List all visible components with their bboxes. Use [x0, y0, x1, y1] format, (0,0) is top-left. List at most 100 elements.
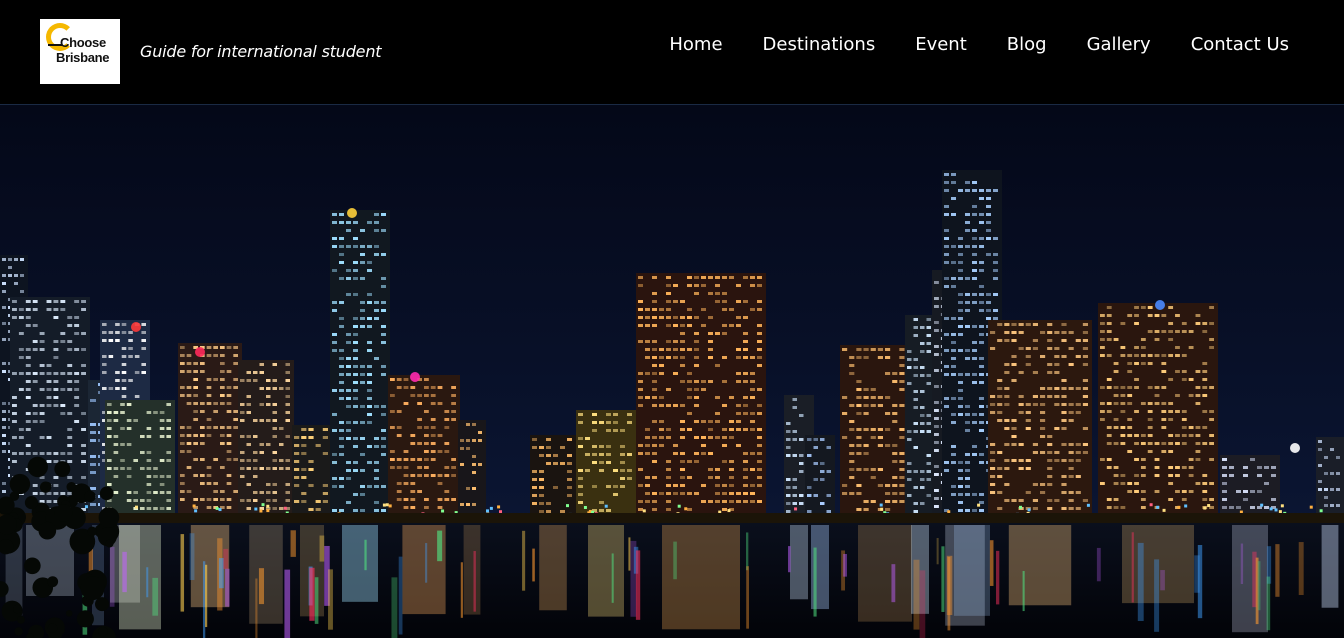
tower-window — [1147, 306, 1153, 309]
tower-reflection — [588, 525, 624, 617]
tower-window — [126, 427, 132, 430]
tower-window — [444, 418, 450, 421]
tower-window — [708, 380, 713, 383]
tower-window — [645, 356, 650, 359]
tower-window — [892, 492, 898, 495]
tower-window — [986, 221, 991, 224]
nav-destinations[interactable]: Destinations — [763, 34, 876, 55]
tower-window — [220, 402, 225, 405]
tower-window — [451, 410, 456, 413]
tower-window — [2, 274, 6, 277]
tower-window — [186, 402, 192, 405]
tower-window — [870, 476, 876, 479]
nav-event[interactable]: Event — [915, 34, 967, 55]
tower-window — [1106, 306, 1112, 309]
tower-window — [757, 484, 762, 487]
tower-window — [1202, 490, 1208, 493]
tower-window — [2, 322, 6, 325]
tower-window — [322, 484, 328, 487]
tower-window — [1134, 378, 1139, 381]
nav-home[interactable]: Home — [669, 34, 722, 55]
tower-window — [213, 354, 218, 357]
tower-window — [944, 373, 949, 376]
tower-window — [979, 245, 984, 248]
tower-window — [715, 492, 720, 495]
tower-window — [972, 357, 977, 360]
tower-window — [743, 348, 748, 351]
tower-window — [680, 316, 685, 319]
tower-window — [396, 490, 402, 493]
tower-window — [965, 301, 970, 304]
tower-window — [25, 444, 31, 447]
tower-window — [1195, 426, 1201, 429]
tower-window — [560, 510, 565, 513]
tower-window — [285, 379, 290, 382]
tower-window — [396, 410, 402, 413]
nav-contact-us[interactable]: Contact Us — [1191, 34, 1289, 55]
tower-window — [1106, 442, 1112, 445]
tower-window — [979, 405, 984, 408]
shore-light — [1207, 504, 1211, 508]
shore-light — [218, 508, 222, 512]
tower-window — [113, 419, 119, 422]
tower-window — [680, 364, 685, 367]
tower-window — [332, 221, 337, 224]
tower-window — [786, 422, 791, 425]
tower-window — [1061, 387, 1067, 390]
tower-window — [997, 395, 1003, 398]
tower-window — [53, 452, 59, 455]
tower-window — [220, 362, 225, 365]
tower-window — [659, 316, 664, 319]
tower-window — [944, 245, 949, 248]
tower-window — [90, 463, 96, 466]
nav-blog[interactable]: Blog — [1007, 34, 1047, 55]
tower-window — [233, 346, 238, 349]
tower-window — [186, 450, 192, 453]
tower-window — [743, 428, 748, 431]
water-glint — [202, 561, 206, 638]
tower-window — [599, 509, 604, 512]
tower-window — [606, 445, 611, 448]
tower-window — [102, 331, 107, 334]
tower-window — [32, 372, 38, 375]
tower-window — [934, 417, 939, 420]
tower-window — [74, 388, 80, 391]
tower-window — [899, 348, 905, 351]
tower-window — [599, 453, 604, 456]
tower-window — [25, 380, 31, 383]
tower-window — [367, 389, 372, 392]
tower-window — [53, 372, 59, 375]
tower-window — [1106, 506, 1112, 509]
tower-window — [259, 419, 264, 422]
tower-window — [272, 403, 277, 406]
shore-light — [1027, 508, 1031, 512]
tower-window — [381, 277, 386, 280]
tower-window — [14, 282, 18, 285]
tower-window — [460, 439, 464, 442]
tower-window — [451, 458, 456, 461]
tower-window — [645, 348, 650, 351]
tower-window — [722, 484, 727, 487]
tower-window — [193, 402, 198, 405]
shore-light — [1274, 508, 1278, 512]
tower-window — [107, 419, 112, 422]
nav-gallery[interactable]: Gallery — [1087, 34, 1151, 55]
tower-window — [856, 484, 862, 487]
tower-window — [39, 452, 45, 455]
tower-window — [1264, 482, 1269, 485]
tower-window — [266, 419, 271, 422]
tower-window — [367, 293, 372, 296]
tower-window — [285, 403, 290, 406]
leaf-cluster — [97, 626, 108, 637]
tower-window — [1229, 474, 1234, 477]
choose-brisbane-logo[interactable]: Choose Brisbane — [40, 19, 120, 84]
tower-window — [645, 316, 650, 319]
tower-window — [750, 420, 755, 423]
tower-window — [715, 276, 720, 279]
tower-window — [1032, 339, 1038, 342]
tower-window — [757, 332, 762, 335]
tower-window — [944, 205, 949, 208]
tower-window — [403, 458, 409, 461]
tower-window — [863, 508, 869, 511]
tower-window — [226, 394, 232, 397]
